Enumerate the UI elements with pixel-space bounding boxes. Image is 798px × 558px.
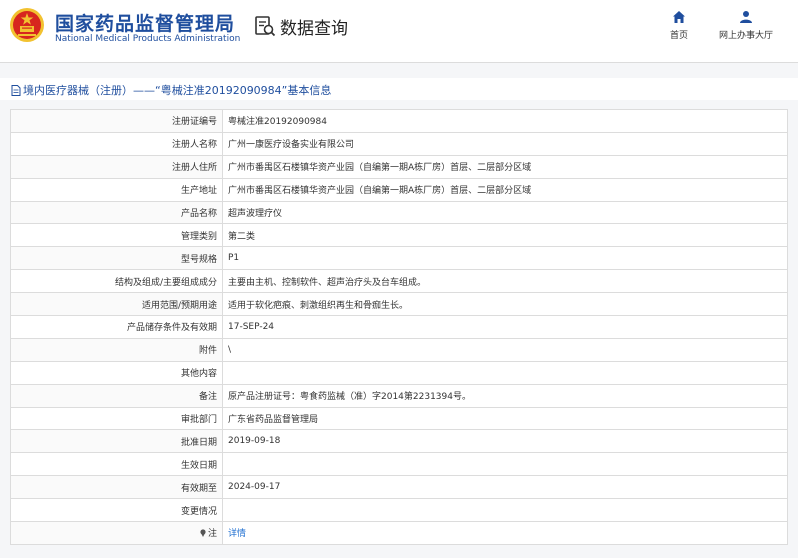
- field-label: 审批部门: [10, 406, 223, 431]
- document-icon: [11, 84, 21, 96]
- table-row: 生产地址 广州市番禺区石楼镇华资产业园（自编第一期A栋厂房）首层、二层部分区域: [10, 177, 788, 202]
- detail-table: 注册证编号 粤械注准20192090984 注册人名称 广州一康医疗设备实业有限公司注…: [10, 109, 788, 545]
- field-value: 广州市番禺区石楼镇华资产业园（自编第一期A栋厂房）首层、二层部分区域: [222, 177, 788, 202]
- field-value: 2024-09-17: [222, 475, 788, 500]
- table-row: 变更情况: [10, 498, 788, 523]
- field-label: 注册证编号: [10, 109, 223, 133]
- table-row: 附件 \: [10, 337, 788, 362]
- field-value: 2019-09-18: [222, 429, 788, 454]
- table-row: 审批部门 广东省药品监督管理局: [10, 406, 788, 431]
- header-divider: [0, 52, 798, 63]
- table-row: 备注 原产品注册证号：粤食药监械（准）字2014第2231394号。: [10, 383, 788, 408]
- nav-home-label: 首页: [669, 31, 688, 41]
- field-label: 变更情况: [10, 498, 223, 523]
- table-row: 注册人住所 广州市番禺区石楼镇华资产业园（自编第一期A栋厂房）首层、二层部分区域: [10, 154, 788, 179]
- table-row: 产品储存条件及有效期 17-SEP-24: [10, 315, 788, 339]
- field-value: \: [222, 337, 788, 362]
- field-label: 产品储存条件及有效期: [10, 315, 223, 339]
- table-row: 注 详情: [10, 521, 788, 545]
- field-value: [222, 452, 788, 477]
- field-value: 主要由主机、控制软件、超声治疗头及台车组成。: [222, 269, 788, 294]
- field-value: [222, 498, 788, 523]
- field-value: P1: [222, 246, 788, 271]
- field-label: 其他内容: [10, 360, 223, 385]
- note-value-cell: 详情: [222, 521, 788, 545]
- field-label: 批准日期: [10, 429, 223, 454]
- field-label: 有效期至: [10, 475, 223, 500]
- breadcrumb-text: 境内医疗器械（注册）——“粤械注准20192090984”基本信息: [23, 84, 332, 97]
- pin-icon: [200, 529, 206, 538]
- org-name-cn: 国家药品监督管理局: [55, 13, 236, 35]
- note-label: 注: [207, 529, 217, 540]
- field-label: 适用范围/预期用途: [10, 292, 223, 317]
- details-link[interactable]: 详情: [228, 529, 246, 539]
- note-label-cell: 注: [10, 521, 223, 545]
- field-label: 生产地址: [10, 177, 223, 202]
- field-label: 备注: [10, 383, 223, 408]
- table-row: 有效期至 2024-09-17: [10, 475, 788, 500]
- table-row: 结构及组成/主要组成成分 主要由主机、控制软件、超声治疗头及台车组成。: [10, 269, 788, 294]
- national-emblem-icon: [10, 8, 44, 42]
- field-value: 广州一康医疗设备实业有限公司: [222, 131, 788, 156]
- field-value: [222, 360, 788, 385]
- field-value: 广州市番禺区石楼镇华资产业园（自编第一期A栋厂房）首层、二层部分区域: [222, 154, 788, 179]
- field-label: 产品名称: [10, 200, 223, 225]
- field-label: 生效日期: [10, 452, 223, 477]
- table-row: 注册证编号 粤械注准20192090984: [10, 109, 788, 133]
- table-row: 产品名称 超声波理疗仪: [10, 200, 788, 225]
- nav-online-hall-label: 网上办事大厅: [718, 31, 773, 41]
- field-value: 17-SEP-24: [222, 315, 788, 339]
- page-title: 数据查询: [280, 19, 348, 39]
- field-label: 结构及组成/主要组成成分: [10, 269, 223, 294]
- field-label: 型号规格: [10, 246, 223, 271]
- site-header: 国家药品监督管理局 National Medical Products Admi…: [0, 0, 798, 52]
- field-label: 注册人名称: [10, 131, 223, 156]
- table-row: 其他内容: [10, 360, 788, 385]
- field-value: 适用于软化疤痕、刺激组织再生和骨痂生长。: [222, 292, 788, 317]
- breadcrumb: 境内医疗器械（注册）——“粤械注准20192090984”基本信息: [11, 82, 331, 98]
- org-name-en: National Medical Products Administration: [55, 34, 241, 44]
- table-row: 注册人名称 广州一康医疗设备实业有限公司: [10, 131, 788, 156]
- field-label: 注册人住所: [10, 154, 223, 179]
- field-value: 超声波理疗仪: [222, 200, 788, 225]
- nav-home-link[interactable]: 首页: [662, 10, 696, 41]
- field-value: 第二类: [222, 223, 788, 248]
- field-label: 管理类别: [10, 223, 223, 248]
- home-icon: [673, 11, 685, 23]
- table-row: 生效日期: [10, 452, 788, 477]
- data-query-icon: [255, 16, 276, 37]
- field-value: 粤械注准20192090984: [222, 109, 788, 133]
- table-row: 批准日期 2019-09-18: [10, 429, 788, 454]
- table-row: 管理类别 第二类: [10, 223, 788, 248]
- user-icon: [740, 11, 752, 23]
- nav-online-hall-link[interactable]: 网上办事大厅: [713, 10, 779, 41]
- field-label: 附件: [10, 337, 223, 362]
- field-value: 原产品注册证号：粤食药监械（准）字2014第2231394号。: [222, 383, 788, 408]
- table-row: 适用范围/预期用途 适用于软化疤痕、刺激组织再生和骨痂生长。: [10, 292, 788, 317]
- field-value: 广东省药品监督管理局: [222, 406, 788, 431]
- table-row: 型号规格 P1: [10, 246, 788, 271]
